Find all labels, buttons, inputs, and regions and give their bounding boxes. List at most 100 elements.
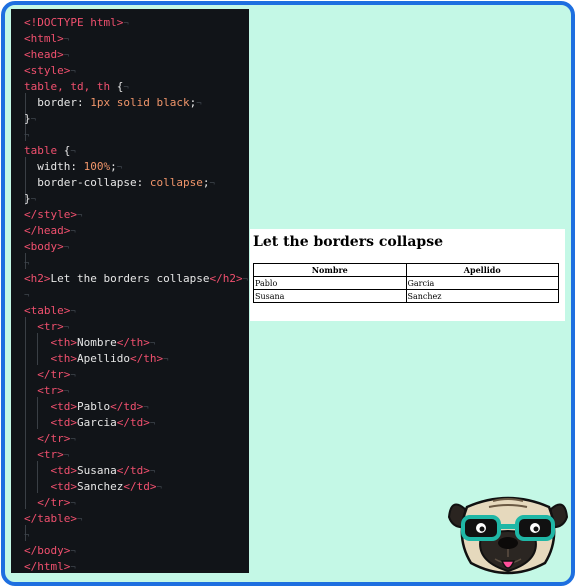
code-line: table {¬ [24, 143, 76, 159]
code-token: Nombre [76, 336, 117, 349]
code-token: </tr> [24, 432, 71, 445]
line-end-marker-icon: ¬ [24, 131, 30, 141]
code-token: Pablo [76, 400, 111, 413]
code-line: ¬ [24, 527, 29, 543]
line-end-marker-icon: ¬ [143, 403, 149, 413]
code-token: </th> [116, 336, 150, 349]
code-line: }¬ [24, 111, 36, 127]
code-token: </html> [24, 560, 71, 573]
code-line: <td>Garcia</td>¬ [24, 415, 155, 431]
code-token: </tr> [24, 496, 71, 509]
code-line: width: 100%;¬ [24, 159, 122, 175]
code-token: Let the borders collapse [50, 272, 210, 285]
code-line: }¬ [24, 191, 36, 207]
line-end-marker-icon: ¬ [70, 499, 76, 509]
code-line: border-collapse: collapse;¬ [24, 175, 215, 191]
line-end-marker-icon: ¬ [70, 147, 76, 157]
line-end-marker-icon: ¬ [63, 35, 70, 45]
preview-table: Nombre Apellido Pablo Garcia Susana Sanc… [253, 263, 559, 303]
code-token: width: [24, 160, 84, 173]
code-token: } [24, 192, 31, 205]
code-token: <td> [24, 400, 77, 413]
table-header-cell: Apellido [405, 263, 559, 277]
code-line: </body>¬ [24, 543, 76, 559]
line-end-marker-icon: ¬ [116, 163, 123, 173]
code-token: <tr> [24, 320, 64, 333]
line-end-marker-icon: ¬ [242, 275, 248, 285]
code-line: </table>¬ [24, 511, 82, 527]
code-token: <body> [24, 240, 64, 253]
code-line: <body>¬ [24, 239, 69, 255]
code-line: table, td, th {¬ [24, 79, 129, 95]
table-cell: Sanchez [405, 289, 559, 303]
code-line: </tr>¬ [24, 367, 76, 383]
code-line: <th>Apellido</th>¬ [24, 351, 169, 367]
code-token: <head> [24, 48, 64, 61]
line-end-marker-icon: ¬ [149, 419, 156, 429]
line-end-marker-icon: ¬ [63, 51, 70, 61]
code-token: <!DOCTYPE html> [24, 16, 124, 29]
line-end-marker-icon: ¬ [63, 387, 70, 397]
code-line: <h2>Let the borders collapse</h2>¬ [24, 271, 248, 287]
code-line: ¬ [24, 287, 29, 303]
line-end-marker-icon: ¬ [70, 435, 76, 445]
rendered-preview: Let the borders collapse Nombre Apellido… [250, 229, 565, 321]
code-token: <tr> [24, 384, 64, 397]
code-token: <th> [24, 336, 77, 349]
code-token: } [24, 112, 31, 125]
code-token: Garcia [76, 416, 117, 429]
code-token: </body> [24, 544, 71, 557]
table-row: Susana Sanchez [253, 289, 559, 303]
line-end-marker-icon: ¬ [63, 243, 70, 253]
table-header-row: Nombre Apellido [253, 263, 559, 277]
code-token: border-collapse: [24, 176, 150, 189]
line-end-marker-icon: ¬ [70, 547, 76, 557]
code-line: </head>¬ [24, 223, 76, 239]
code-token: Sanchez [76, 480, 124, 493]
pug-with-glasses-icon [447, 496, 569, 575]
code-line: <table>¬ [24, 303, 76, 319]
code-token: <style> [24, 64, 71, 77]
code-token: <table> [24, 304, 71, 317]
code-editor[interactable]: <!DOCTYPE html>¬ <html>¬ <head>¬ <style>¬ ta… [11, 9, 249, 573]
line-end-marker-icon: ¬ [24, 259, 30, 269]
line-end-marker-icon: ¬ [70, 227, 76, 237]
code-line: <tr>¬ [24, 383, 69, 399]
line-end-marker-icon: ¬ [196, 99, 202, 109]
line-end-marker-icon: ¬ [76, 211, 83, 221]
code-line: <html>¬ [24, 31, 69, 47]
screenshot-frame: <!DOCTYPE html>¬ <html>¬ <head>¬ <style>¬ ta… [1, 1, 575, 586]
code-line: <head>¬ [24, 47, 69, 63]
line-end-marker-icon: ¬ [24, 531, 30, 541]
code-line: </tr>¬ [24, 495, 76, 511]
code-token: <th> [24, 352, 77, 365]
code-line: <tr>¬ [24, 319, 69, 335]
line-end-marker-icon: ¬ [149, 467, 156, 477]
line-end-marker-icon: ¬ [156, 483, 162, 493]
code-token: table, td, th [24, 80, 117, 93]
table-cell: Garcia [405, 276, 559, 290]
code-token: </th> [129, 352, 164, 365]
code-line: <style>¬ [24, 63, 76, 79]
line-end-marker-icon: ¬ [163, 355, 169, 365]
code-line: <!DOCTYPE html>¬ [24, 15, 129, 31]
code-token: </td> [110, 400, 144, 413]
line-end-marker-icon: ¬ [70, 67, 76, 77]
code-token: <td> [24, 416, 77, 429]
code-token: <td> [24, 464, 77, 477]
code-token: 100% [83, 160, 111, 173]
line-end-marker-icon: ¬ [123, 19, 129, 29]
line-end-marker-icon: ¬ [70, 307, 76, 317]
code-line: border: 1px solid black;¬ [24, 95, 202, 111]
code-line: ¬ [24, 255, 29, 271]
code-line: </html>¬ [24, 559, 76, 575]
code-token: </td> [123, 480, 157, 493]
code-token: </h2> [209, 272, 243, 285]
table-cell: Susana [253, 289, 407, 303]
code-line: </style>¬ [24, 207, 82, 223]
code-line: <tr>¬ [24, 447, 69, 463]
code-token: ; [110, 160, 117, 173]
table-header-cell: Nombre [253, 263, 407, 277]
line-end-marker-icon: ¬ [76, 515, 83, 525]
line-end-marker-icon: ¬ [24, 291, 30, 301]
